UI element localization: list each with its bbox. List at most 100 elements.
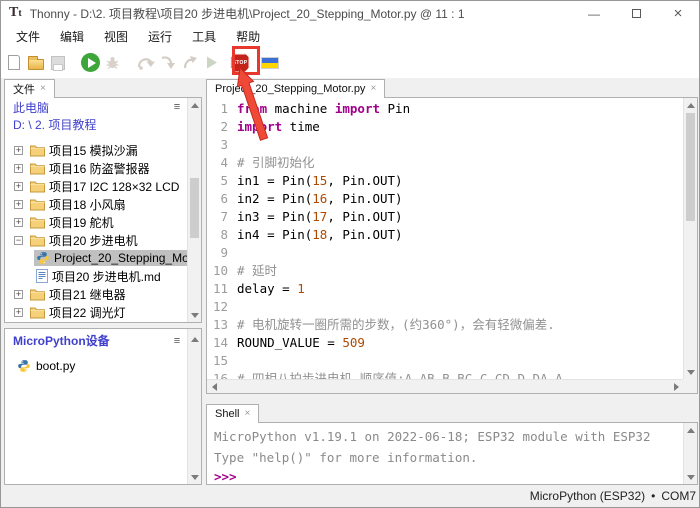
expand-box-icon[interactable]: + (14, 218, 23, 227)
tab-close-icon[interactable]: × (370, 84, 376, 94)
scroll-up-icon[interactable] (684, 423, 698, 437)
device-file-list: boot.py (5, 356, 187, 375)
tree-item[interactable]: +项目18 小风扇 (5, 195, 187, 213)
code-line: 1from machine import Pin (207, 100, 683, 118)
editor-scroll-thumb[interactable] (686, 113, 695, 221)
scroll-up-icon[interactable] (188, 98, 202, 112)
code-line: 14ROUND_VALUE = 509 (207, 334, 683, 352)
step-into-button[interactable] (157, 51, 179, 75)
scroll-right-icon[interactable] (669, 380, 683, 394)
tab-close-icon[interactable]: × (244, 409, 250, 419)
run-play-icon (81, 53, 100, 72)
ukraine-flag-icon (261, 57, 279, 69)
line-number: 4 (207, 154, 237, 172)
device-body: MicroPython设备 boot.py (5, 329, 187, 484)
expand-box-icon[interactable]: + (14, 290, 23, 299)
new-file-button[interactable] (3, 51, 25, 75)
line-number: 10 (207, 262, 237, 280)
scroll-up-icon[interactable] (684, 98, 698, 112)
new-file-icon (8, 55, 20, 70)
menu-item[interactable]: 帮助 (226, 26, 270, 47)
shell-scrollbar[interactable] (683, 423, 697, 484)
expand-box-icon[interactable]: + (14, 164, 23, 173)
tab-editor[interactable]: Project_20_Stepping_Motor.py × (206, 79, 385, 98)
maximize-button[interactable] (615, 1, 657, 26)
device-scrollbar[interactable] (187, 329, 201, 484)
step-over-button[interactable] (135, 51, 157, 75)
scrollbar-corner (683, 379, 697, 393)
python-icon (36, 251, 50, 265)
editor-hscrollbar[interactable] (207, 379, 683, 393)
debug-button[interactable] (101, 51, 123, 75)
scroll-left-icon[interactable] (207, 380, 221, 394)
window-title: Thonny - D:\2. 项目教程\项目20 步进电机\Project_20… (30, 5, 465, 22)
step-out-button[interactable] (179, 51, 201, 75)
files-menu-icon[interactable]: ≡ (171, 101, 183, 113)
folder-icon (30, 162, 45, 175)
code-editor[interactable]: 1from machine import Pin2import time34# … (207, 98, 683, 379)
scroll-up-icon[interactable] (188, 332, 202, 346)
scroll-down-icon[interactable] (188, 470, 202, 484)
device-menu-icon[interactable]: ≡ (171, 335, 183, 347)
status-interpreter[interactable]: MicroPython (ESP32) (530, 489, 645, 503)
device-file-label: boot.py (36, 359, 75, 373)
tree-item-label: 项目22 调光灯 (49, 304, 126, 321)
tree-item[interactable]: +项目17 I2C 128×32 LCD (5, 177, 187, 195)
this-computer-link[interactable]: 此电脑 (5, 100, 187, 117)
tree-item[interactable]: + 项目21 继电器 (5, 285, 187, 303)
expand-box-icon[interactable]: + (14, 200, 23, 209)
tree-item-label: 项目21 继电器 (49, 286, 126, 303)
tab-files[interactable]: 文件 × (4, 79, 55, 98)
status-port[interactable]: COM7 (661, 489, 696, 503)
scroll-down-icon[interactable] (684, 470, 698, 484)
shell-output[interactable]: MicroPython v1.19.1 on 2022-06-18; ESP32… (207, 423, 683, 484)
tree-item[interactable]: +项目15 模拟沙漏 (5, 141, 187, 159)
minimize-button[interactable]: — (573, 1, 615, 26)
shell-prompt[interactable]: >>> (214, 468, 683, 484)
folder-icon (30, 234, 45, 247)
tree-item[interactable]: Project_20_Stepping_Moto (5, 249, 187, 267)
tab-close-icon[interactable]: × (40, 84, 46, 94)
menu-item[interactable]: 编辑 (50, 26, 94, 47)
scroll-down-icon[interactable] (188, 308, 202, 322)
expand-box-icon[interactable]: + (14, 308, 23, 317)
current-path-link[interactable]: D: \ 2. 项目教程 (5, 117, 187, 134)
expand-box-icon[interactable]: + (14, 146, 23, 155)
device-header[interactable]: MicroPython设备 (5, 333, 187, 350)
device-file-item[interactable]: boot.py (5, 356, 187, 375)
tree-item[interactable]: +项目16 防盗警报器 (5, 159, 187, 177)
code-line: 9 (207, 244, 683, 262)
tab-shell[interactable]: Shell × (206, 404, 259, 423)
code-line: 11delay = 1 (207, 280, 683, 298)
menu-item[interactable]: 视图 (94, 26, 138, 47)
resume-button[interactable] (201, 51, 223, 75)
run-button[interactable] (79, 51, 101, 75)
thonny-logo-icon: Tt (9, 6, 22, 21)
editor-vscrollbar[interactable] (683, 98, 697, 379)
open-file-button[interactable] (25, 51, 47, 75)
files-scrollbar[interactable] (187, 98, 201, 322)
tree-item[interactable]: 项目20 步进电机.md (5, 267, 187, 285)
stop-highlight-rect (232, 46, 260, 75)
expand-box-icon[interactable]: + (14, 182, 23, 191)
code-line: 7in3 = Pin(17, Pin.OUT) (207, 208, 683, 226)
scroll-down-icon[interactable] (684, 365, 698, 379)
tree-item[interactable]: +项目19 舵机 (5, 213, 187, 231)
debug-bug-icon (104, 55, 121, 71)
tree-item[interactable]: −项目20 步进电机 (5, 231, 187, 249)
code-line: 15 (207, 352, 683, 370)
folder-icon (30, 180, 45, 193)
ukraine-support-button[interactable] (259, 51, 281, 75)
menu-item[interactable]: 文件 (6, 26, 50, 47)
tree-item[interactable]: + 项目22 调光灯 (5, 303, 187, 321)
close-button[interactable]: × (657, 1, 699, 26)
files-scroll-thumb[interactable] (190, 178, 199, 238)
menu-item[interactable]: 工具 (182, 26, 226, 47)
markdown-icon (36, 269, 48, 283)
line-number: 1 (207, 100, 237, 118)
close-icon: × (674, 5, 683, 22)
menu-item[interactable]: 运行 (138, 26, 182, 47)
status-bar: MicroPython (ESP32) • COM7 (1, 487, 696, 505)
save-file-button[interactable] (47, 51, 69, 75)
collapse-box-icon[interactable]: − (14, 236, 23, 245)
